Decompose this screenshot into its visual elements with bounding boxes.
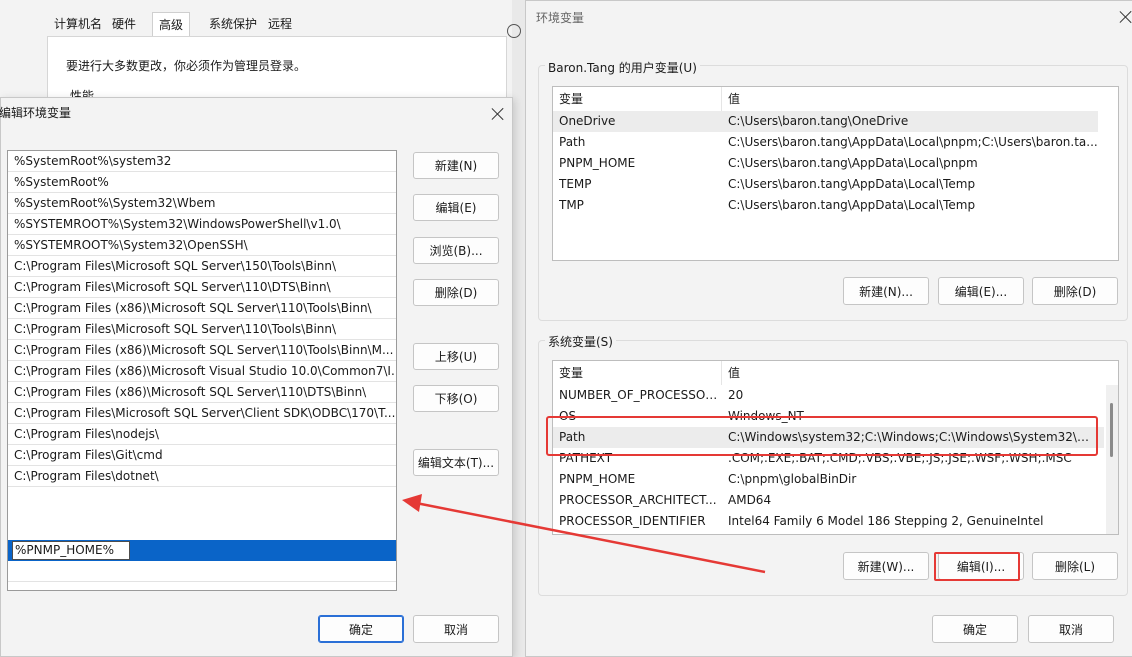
annotation-arrow-line bbox=[415, 501, 766, 574]
annotation-arrow bbox=[402, 494, 766, 574]
annotation-arrow-head bbox=[402, 494, 422, 512]
